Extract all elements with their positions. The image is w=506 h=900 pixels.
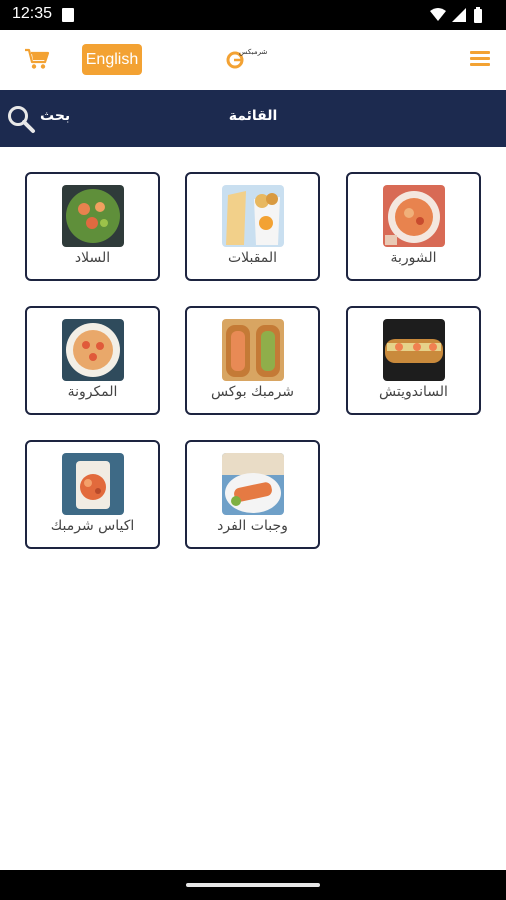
category-label: الشوربة bbox=[390, 250, 437, 266]
status-time: 12:35 bbox=[12, 5, 53, 22]
shrimp-box-image bbox=[222, 319, 284, 381]
pasta-image bbox=[62, 319, 124, 381]
category-label: شرمبك بوكس bbox=[210, 384, 295, 400]
category-label: الساندويتش bbox=[379, 384, 448, 400]
category-label: السلاد bbox=[74, 250, 111, 266]
category-label: وجبات الفرد bbox=[217, 518, 288, 534]
category-label: المقبلات bbox=[227, 250, 278, 266]
status-bar: 12:35 bbox=[0, 0, 506, 30]
status-icons bbox=[428, 6, 494, 24]
appetizers-image bbox=[222, 185, 284, 247]
title-bar: بحث القائمة bbox=[0, 90, 506, 147]
category-card-soup[interactable]: الشوربة bbox=[346, 172, 481, 281]
page-title: القائمة bbox=[228, 108, 278, 124]
battery-icon bbox=[474, 7, 482, 23]
category-card-individual-meals[interactable]: وجبات الفرد bbox=[185, 440, 320, 549]
logo-text: شرمبكس bbox=[239, 48, 268, 56]
category-card-shrimp-box[interactable]: شرمبك بوكس bbox=[185, 306, 320, 415]
language-toggle-button[interactable]: English bbox=[82, 44, 142, 75]
cart-icon[interactable] bbox=[24, 48, 50, 70]
sd-card-icon bbox=[62, 8, 74, 22]
sandwich-image bbox=[383, 319, 445, 381]
category-label: المكرونة bbox=[67, 384, 118, 400]
app-header: English شرمبكس bbox=[0, 30, 506, 90]
wifi-icon bbox=[430, 8, 446, 21]
soup-image bbox=[383, 185, 445, 247]
category-card-sandwich[interactable]: الساندويتش bbox=[346, 306, 481, 415]
category-card-shrimp-bags[interactable]: اكياس شرمبك bbox=[25, 440, 160, 549]
system-navigation-bar bbox=[0, 870, 506, 900]
brand-logo: شرمبكس bbox=[226, 47, 280, 73]
home-gesture-handle[interactable] bbox=[186, 883, 320, 887]
category-card-salad[interactable]: السلاد bbox=[25, 172, 160, 281]
category-label: اكياس شرمبك bbox=[50, 518, 135, 534]
category-card-appetizers[interactable]: المقبلات bbox=[185, 172, 320, 281]
signal-icon bbox=[452, 8, 466, 22]
shrimp-bags-image bbox=[62, 453, 124, 515]
hamburger-menu-icon[interactable] bbox=[470, 51, 490, 67]
salad-image bbox=[62, 185, 124, 247]
category-card-pasta[interactable]: المكرونة bbox=[25, 306, 160, 415]
individual-meals-image bbox=[222, 453, 284, 515]
